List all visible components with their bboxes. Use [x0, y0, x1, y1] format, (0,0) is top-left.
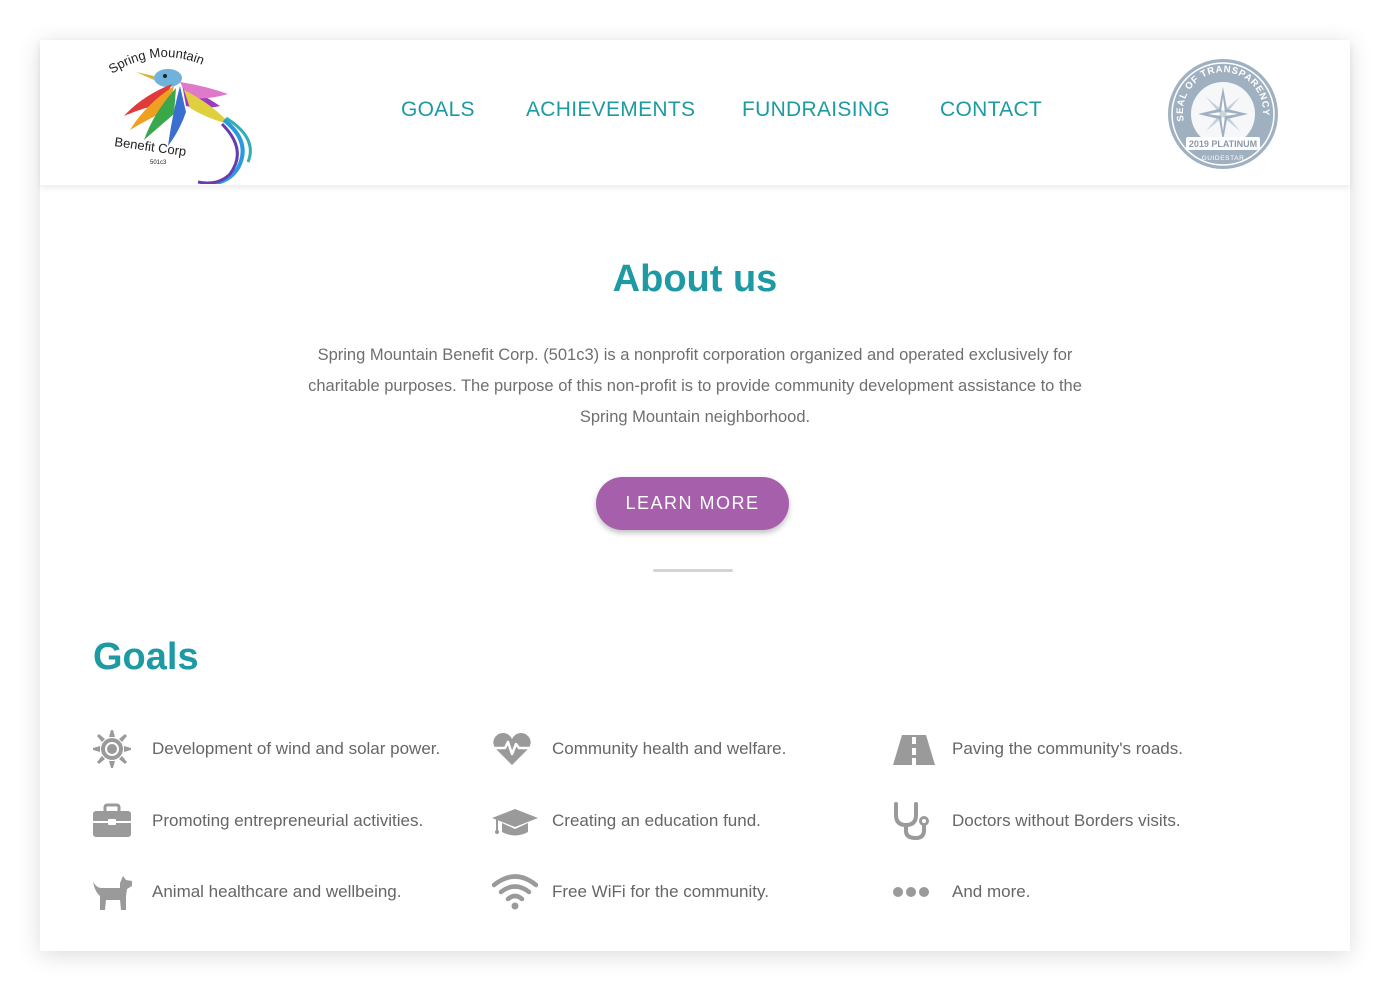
logo-bottom-text: Benefit Corp — [114, 134, 188, 159]
hummingbird-logo-icon: Spring Mountain Benefit Corp 501c3 — [106, 45, 252, 186]
nav-achievements[interactable]: ACHIEVEMENTS — [526, 98, 695, 122]
goal-text: Promoting entrepreneurial activities. — [152, 811, 424, 830]
seal-level-text: 2019 PLATINUM — [1189, 139, 1257, 149]
learn-more-button[interactable]: LEARN MORE — [596, 477, 789, 530]
goal-text: Creating an education fund. — [552, 811, 761, 830]
goal-item: Promoting entrepreneurial activities. — [92, 801, 423, 841]
svg-text:Spring Mountain: Spring Mountain — [106, 46, 207, 76]
site-logo[interactable]: Spring Mountain Benefit Corp 501c3 — [102, 45, 270, 186]
nav-goals[interactable]: GOALS — [401, 98, 475, 122]
guidestar-seal[interactable]: SEAL OF TRANSPARENCY 2019 PLATINUM GUIDE… — [1166, 57, 1280, 171]
goal-item: Development of wind and solar power. — [92, 729, 440, 769]
dog-icon — [92, 872, 138, 912]
page-card: Spring Mountain Benefit Corp 501c3 GOALS… — [40, 40, 1350, 951]
about-description: Spring Mountain Benefit Corp. (501c3) is… — [308, 346, 1082, 426]
logo-top-text: Spring Mountain — [106, 45, 207, 76]
goal-item: Animal healthcare and wellbeing. — [92, 872, 402, 912]
about-title: About us — [612, 258, 778, 300]
seal-brand-text: GUIDESTAR — [1202, 155, 1245, 162]
heartbeat-icon — [492, 729, 538, 769]
road-icon — [892, 729, 938, 769]
goal-text: Free WiFi for the community. — [552, 882, 769, 901]
goal-item: Doctors without Borders visits. — [892, 801, 1181, 841]
seal-badge-icon: SEAL OF TRANSPARENCY 2019 PLATINUM GUIDE… — [1168, 59, 1278, 169]
goal-item: Community health and welfare. — [492, 729, 786, 769]
section-divider — [653, 569, 733, 572]
goal-text: Development of wind and solar power. — [152, 739, 441, 758]
goal-text: Animal healthcare and wellbeing. — [152, 882, 402, 901]
goal-text: Community health and welfare. — [552, 739, 787, 758]
goal-text: Doctors without Borders visits. — [952, 811, 1181, 830]
nav-contact[interactable]: CONTACT — [940, 98, 1042, 122]
goal-text: Paving the community's roads. — [952, 739, 1183, 758]
goal-item: Creating an education fund. — [492, 801, 761, 841]
goal-item: Free WiFi for the community. — [492, 872, 769, 912]
nav-fundraising[interactable]: FUNDRAISING — [742, 98, 890, 122]
goal-item: Paving the community's roads. — [892, 729, 1183, 769]
goal-item: And more. — [892, 872, 1030, 912]
briefcase-icon — [92, 801, 138, 841]
sun-icon — [92, 729, 138, 769]
goals-title: Goals — [93, 636, 199, 678]
logo-small-text: 501c3 — [150, 160, 167, 166]
goal-text: And more. — [952, 882, 1031, 901]
wifi-icon — [492, 872, 538, 912]
site-header: Spring Mountain Benefit Corp 501c3 GOALS… — [40, 40, 1350, 186]
ellipsis-icon — [892, 872, 938, 912]
stethoscope-icon — [892, 801, 938, 841]
graduation-cap-icon — [492, 801, 538, 841]
